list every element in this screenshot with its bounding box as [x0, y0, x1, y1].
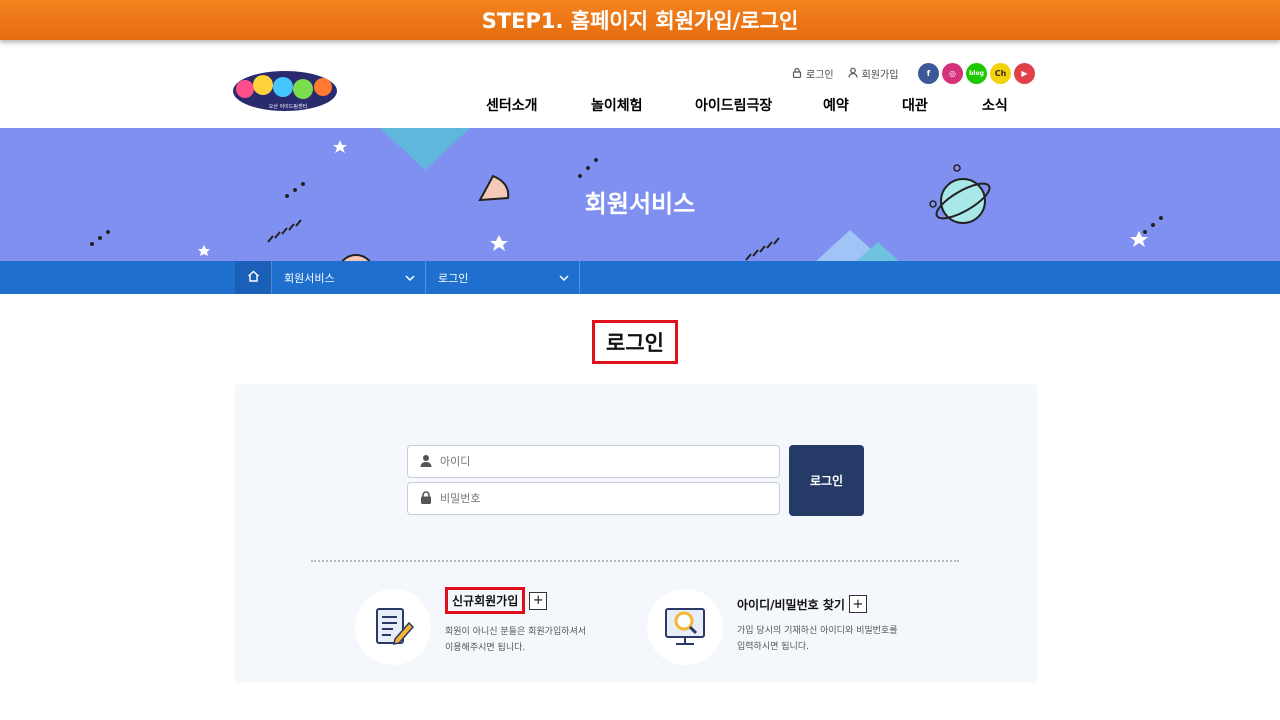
chevron-down-icon: [559, 271, 569, 284]
kakao-channel-icon[interactable]: Ch: [990, 63, 1011, 84]
password-field[interactable]: [407, 482, 780, 515]
facebook-icon[interactable]: f: [918, 63, 939, 84]
join-service: 신규회원가입 + 회원이 아니신 분들은 회원가입하셔서 이용해주시면 됩니다.: [355, 587, 587, 665]
site-logo[interactable]: 오산 아이드림센터: [233, 65, 343, 115]
nav-news[interactable]: 소식: [982, 95, 1008, 115]
find-desc-line1: 가입 당시의 기재하신 아이디와 비밀번호를: [737, 626, 898, 636]
divider: [311, 560, 959, 562]
login-link[interactable]: 로그인: [792, 66, 834, 81]
breadcrumb-depth2-label: 로그인: [438, 271, 469, 285]
notepad-icon: [355, 589, 431, 665]
breadcrumb-depth2-dropdown[interactable]: 로그인: [426, 261, 580, 294]
id-field[interactable]: [407, 445, 780, 478]
breadcrumb-depth1-dropdown[interactable]: 회원서비스: [272, 261, 426, 294]
join-link[interactable]: 회원가입: [848, 66, 899, 81]
find-service: 아이디/비밀번호 찾기 + 가입 당시의 기재하신 아이디와 비밀번호를 입력하…: [647, 589, 898, 665]
join-desc-line1: 회원이 아니신 분들은 회원가입하셔서: [445, 627, 587, 637]
login-button[interactable]: 로그인: [789, 445, 864, 516]
logo-text: 오산 아이드림센터: [269, 103, 307, 110]
find-title[interactable]: 아이디/비밀번호 찾기: [737, 596, 845, 613]
nav-play[interactable]: 놀이체험: [591, 95, 643, 115]
password-input[interactable]: [440, 492, 740, 505]
utility-links: 로그인 회원가입: [792, 66, 898, 81]
blog-icon[interactable]: blog: [966, 63, 987, 84]
nav-reservation[interactable]: 예약: [823, 95, 849, 115]
nav-rental[interactable]: 대관: [902, 95, 928, 115]
sns-links: f ◎ blog Ch ▶: [918, 63, 1035, 84]
breadcrumb: 회원서비스 로그인: [0, 261, 1280, 294]
page-title: 로그인: [592, 320, 678, 364]
visual-title: 회원서비스: [584, 190, 696, 218]
nav-theater[interactable]: 아이드림극장: [695, 95, 772, 115]
instagram-icon[interactable]: ◎: [942, 63, 963, 84]
nav-about[interactable]: 센터소개: [486, 95, 538, 115]
youtube-icon[interactable]: ▶: [1014, 63, 1035, 84]
join-link-label: 회원가입: [861, 70, 899, 81]
find-plus-button[interactable]: +: [848, 595, 867, 613]
breadcrumb-depth1-label: 회원서비스: [284, 271, 335, 285]
lock-icon: [420, 490, 432, 507]
lock-icon: [792, 67, 802, 81]
step-banner: STEP1. 홈페이지 회원가입/로그인: [0, 0, 1280, 40]
user-icon: [848, 67, 858, 81]
step-banner-text: STEP1. 홈페이지 회원가입/로그인: [481, 9, 799, 33]
page-title-text: 로그인: [606, 331, 664, 355]
id-input[interactable]: [440, 455, 740, 468]
join-desc-line2: 이용해주시면 됩니다.: [445, 643, 526, 653]
home-icon: [247, 270, 260, 285]
user-icon: [420, 454, 432, 470]
join-title[interactable]: 신규회원가입: [445, 587, 526, 614]
login-link-label: 로그인: [806, 70, 834, 81]
find-desc-line2: 입력하시면 됩니다.: [737, 642, 809, 652]
chevron-down-icon: [405, 271, 415, 284]
search-monitor-icon: [647, 589, 723, 665]
login-box: 로그인 신규회원가입 + 회원이 아니신 분들은 회원가입하셔서 이용해주시면 …: [235, 384, 1037, 682]
home-button[interactable]: [235, 261, 272, 294]
join-plus-button[interactable]: +: [529, 591, 548, 610]
